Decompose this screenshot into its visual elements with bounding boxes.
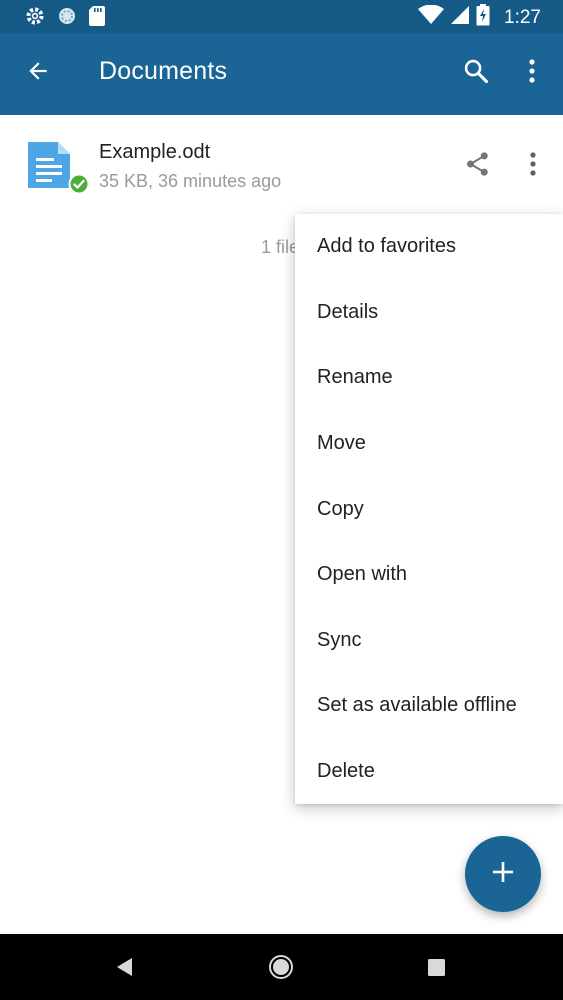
status-time: 1:27 <box>504 6 541 28</box>
file-list-item[interactable]: Example.odt 35 KB, 36 minutes ago <box>0 115 563 215</box>
sync-circle-icon <box>57 6 77 31</box>
add-fab-button[interactable] <box>465 836 541 912</box>
menu-item-delete[interactable]: Delete <box>295 739 563 804</box>
signal-icon <box>450 5 470 30</box>
status-bar: 1:27 <box>0 0 563 33</box>
share-icon <box>463 152 493 183</box>
menu-item-details[interactable]: Details <box>295 280 563 345</box>
file-count-footer: 1 file <box>261 237 300 257</box>
plus-icon <box>491 860 515 889</box>
synced-check-icon <box>68 173 90 200</box>
menu-item-add-to-favorites[interactable]: Add to favorites <box>295 214 563 279</box>
menu-item-open-with[interactable]: Open with <box>295 542 563 607</box>
menu-item-copy[interactable]: Copy <box>295 477 563 542</box>
file-overflow-button[interactable] <box>521 149 545 179</box>
nav-back-icon[interactable] <box>114 956 134 983</box>
nav-home-icon[interactable] <box>268 954 294 985</box>
search-button[interactable] <box>458 55 494 91</box>
search-icon <box>462 57 490 90</box>
menu-item-sync[interactable]: Sync <box>295 608 563 673</box>
back-button[interactable] <box>20 55 56 91</box>
wifi-icon <box>418 4 445 30</box>
sd-card-icon <box>89 6 105 31</box>
menu-item-move[interactable]: Move <box>295 411 563 476</box>
more-vert-icon <box>521 152 545 183</box>
file-meta: 35 KB, 36 minutes ago <box>99 171 282 191</box>
page-title: Documents <box>99 57 228 85</box>
menu-item-rename[interactable]: Rename <box>295 345 563 410</box>
menu-item-set-available-offline[interactable]: Set as available offline <box>295 673 563 738</box>
file-name: Example.odt <box>99 141 211 163</box>
settings-icon <box>25 6 45 31</box>
share-button[interactable] <box>463 149 493 179</box>
app-bar: Documents <box>0 33 563 115</box>
battery-charging-icon <box>476 4 490 31</box>
more-vert-icon <box>528 58 536 88</box>
overflow-menu-button[interactable] <box>516 55 548 91</box>
back-arrow-icon <box>25 58 51 89</box>
nav-recents-icon[interactable] <box>428 959 445 981</box>
context-menu: Add to favorites Details Rename Move Cop… <box>295 214 563 804</box>
system-nav-bar <box>0 934 563 1000</box>
